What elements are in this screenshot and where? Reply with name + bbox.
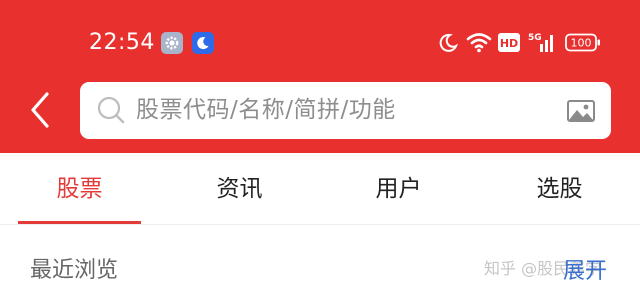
5g-signal-icon: 5G xyxy=(528,33,553,52)
tab-news[interactable]: 资讯 xyxy=(178,153,301,224)
svg-text:5G: 5G xyxy=(528,33,542,43)
chevron-left-icon xyxy=(31,92,49,128)
moon-badge-icon xyxy=(192,32,214,54)
tab-label: 股票 xyxy=(56,176,103,202)
search-input[interactable]: 股票代码/名称/简拼/功能 xyxy=(80,82,611,139)
tab-bar: 股票 资讯 用户 选股 xyxy=(0,153,640,225)
tab-label: 选股 xyxy=(536,176,583,202)
back-button[interactable] xyxy=(18,86,62,134)
search-icon xyxy=(97,96,125,124)
tab-users[interactable]: 用户 xyxy=(337,153,460,224)
app-header: 22:54 HD 5G 100 股票代码/名称/简拼/功能 xyxy=(0,0,640,153)
expand-button[interactable]: 展开 xyxy=(563,255,607,289)
active-tab-indicator xyxy=(18,221,141,224)
gear-icon xyxy=(161,32,183,54)
search-placeholder: 股票代码/名称/简拼/功能 xyxy=(136,97,396,123)
tab-label: 资讯 xyxy=(216,176,263,202)
hd-icon: HD xyxy=(498,33,520,52)
status-time: 22:54 xyxy=(89,30,155,55)
wifi-icon xyxy=(466,33,492,53)
tab-stocks[interactable]: 股票 xyxy=(18,153,141,224)
recent-views-title: 最近浏览 xyxy=(30,258,119,283)
tab-stock-picker[interactable]: 选股 xyxy=(498,153,621,224)
moon-icon xyxy=(439,33,458,52)
image-search-icon[interactable] xyxy=(567,100,595,122)
svg-text:100: 100 xyxy=(571,37,592,50)
tab-label: 用户 xyxy=(375,176,422,202)
svg-text:HD: HD xyxy=(500,37,518,50)
status-bar: 22:54 HD 5G 100 xyxy=(0,0,640,80)
battery-icon: 100 xyxy=(565,33,600,52)
